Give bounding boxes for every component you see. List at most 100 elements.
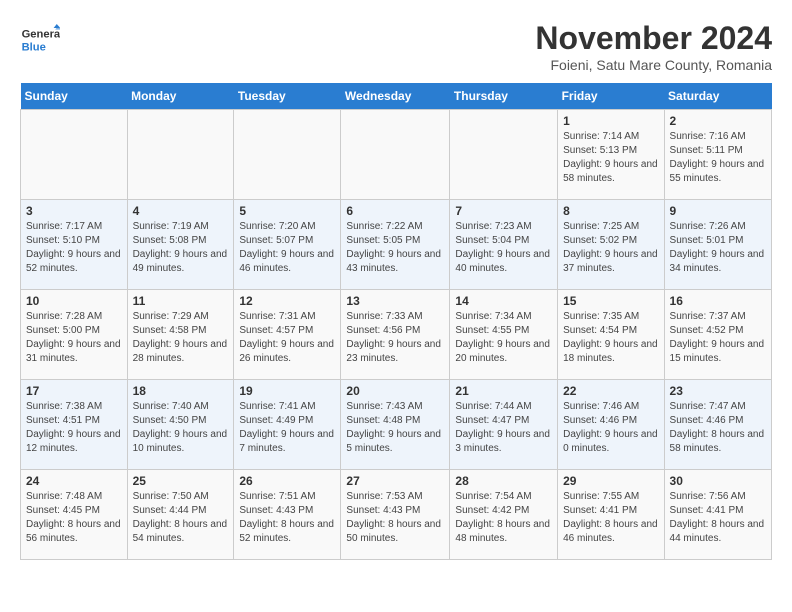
day-info: Sunrise: 7:19 AM Sunset: 5:08 PM Dayligh…: [133, 220, 229, 276]
day-number: 21: [455, 384, 552, 398]
day-info: Sunrise: 7:48 AM Sunset: 4:45 PM Dayligh…: [26, 490, 122, 546]
day-number: 30: [670, 474, 766, 488]
day-info: Sunrise: 7:34 AM Sunset: 4:55 PM Dayligh…: [455, 310, 552, 366]
week-row-3: 10Sunrise: 7:28 AM Sunset: 5:00 PM Dayli…: [21, 290, 772, 380]
week-row-5: 24 Sunrise: 7:48 AM Sunset: 4:45 PM Dayli…: [21, 470, 772, 560]
calendar-cell: 7 Sunrise: 7:23 AM Sunset: 5:04 PM Daylig…: [450, 200, 558, 290]
calendar-cell: 25 Sunrise: 7:50 AM Sunset: 4:44 PM Dayli…: [127, 470, 234, 560]
calendar-cell: 27Sunrise: 7:53 AM Sunset: 4:43 PM Dayli…: [341, 470, 450, 560]
calendar-cell: 4Sunrise: 7:19 AM Sunset: 5:08 PM Daylig…: [127, 200, 234, 290]
col-sunday: Sunday: [21, 83, 128, 110]
calendar-cell: [234, 110, 341, 200]
calendar-cell: 21Sunrise: 7:44 AM Sunset: 4:47 PM Dayli…: [450, 380, 558, 470]
calendar-cell: 8 Sunrise: 7:25 AM Sunset: 5:02 PM Daylig…: [558, 200, 664, 290]
svg-text:General: General: [22, 29, 60, 41]
calendar-cell: 19 Sunrise: 7:41 AM Sunset: 4:49 PM Dayli…: [234, 380, 341, 470]
calendar-table: Sunday Monday Tuesday Wednesday Thursday…: [20, 83, 772, 560]
day-info: Sunrise: 7:22 AM Sunset: 5:05 PM Dayligh…: [346, 220, 444, 276]
calendar-cell: 6 Sunrise: 7:22 AM Sunset: 5:05 PM Daylig…: [341, 200, 450, 290]
day-number: 29: [563, 474, 658, 488]
calendar-cell: 17 Sunrise: 7:38 AM Sunset: 4:51 PM Dayli…: [21, 380, 128, 470]
col-thursday: Thursday: [450, 83, 558, 110]
day-info: Sunrise: 7:14 AM Sunset: 5:13 PM Dayligh…: [563, 130, 658, 186]
day-number: 14: [455, 294, 552, 308]
day-info: Sunrise: 7:56 AM Sunset: 4:41 PM Dayligh…: [670, 490, 766, 546]
calendar-cell: 16 Sunrise: 7:37 AM Sunset: 4:52 PM Dayli…: [664, 290, 771, 380]
calendar-cell: 10Sunrise: 7:28 AM Sunset: 5:00 PM Dayli…: [21, 290, 128, 380]
day-number: 25: [133, 474, 229, 488]
calendar-cell: [341, 110, 450, 200]
calendar-cell: 22 Sunrise: 7:46 AM Sunset: 4:46 PM Dayli…: [558, 380, 664, 470]
calendar-header: Sunday Monday Tuesday Wednesday Thursday…: [21, 83, 772, 110]
day-info: Sunrise: 7:23 AM Sunset: 5:04 PM Dayligh…: [455, 220, 552, 276]
col-tuesday: Tuesday: [234, 83, 341, 110]
day-number: 16: [670, 294, 766, 308]
day-info: Sunrise: 7:17 AM Sunset: 5:10 PM Dayligh…: [26, 220, 122, 276]
day-info: Sunrise: 7:26 AM Sunset: 5:01 PM Dayligh…: [670, 220, 766, 276]
calendar-cell: 18Sunrise: 7:40 AM Sunset: 4:50 PM Dayli…: [127, 380, 234, 470]
day-number: 13: [346, 294, 444, 308]
day-number: 9: [670, 204, 766, 218]
day-number: 27: [346, 474, 444, 488]
day-info: Sunrise: 7:55 AM Sunset: 4:41 PM Dayligh…: [563, 490, 658, 546]
day-info: Sunrise: 7:46 AM Sunset: 4:46 PM Dayligh…: [563, 400, 658, 456]
day-info: Sunrise: 7:50 AM Sunset: 4:44 PM Dayligh…: [133, 490, 229, 546]
calendar-body: 1Sunrise: 7:14 AM Sunset: 5:13 PM Daylig…: [21, 110, 772, 560]
day-info: Sunrise: 7:47 AM Sunset: 4:46 PM Dayligh…: [670, 400, 766, 456]
day-number: 5: [239, 204, 335, 218]
calendar-cell: 5 Sunrise: 7:20 AM Sunset: 5:07 PM Daylig…: [234, 200, 341, 290]
day-number: 2: [670, 114, 766, 128]
day-number: 20: [346, 384, 444, 398]
day-number: 26: [239, 474, 335, 488]
day-number: 7: [455, 204, 552, 218]
calendar-cell: 1Sunrise: 7:14 AM Sunset: 5:13 PM Daylig…: [558, 110, 664, 200]
day-number: 19: [239, 384, 335, 398]
calendar-cell: 9 Sunrise: 7:26 AM Sunset: 5:01 PM Daylig…: [664, 200, 771, 290]
calendar-cell: 23 Sunrise: 7:47 AM Sunset: 4:46 PM Dayli…: [664, 380, 771, 470]
location-title: Foieni, Satu Mare County, Romania: [535, 57, 772, 73]
day-number: 24: [26, 474, 122, 488]
calendar-cell: 24 Sunrise: 7:48 AM Sunset: 4:45 PM Dayli…: [21, 470, 128, 560]
calendar-cell: 30 Sunrise: 7:56 AM Sunset: 4:41 PM Dayli…: [664, 470, 771, 560]
day-info: Sunrise: 7:31 AM Sunset: 4:57 PM Dayligh…: [239, 310, 335, 366]
svg-text:Blue: Blue: [22, 41, 46, 53]
week-row-4: 17 Sunrise: 7:38 AM Sunset: 4:51 PM Dayli…: [21, 380, 772, 470]
day-info: Sunrise: 7:37 AM Sunset: 4:52 PM Dayligh…: [670, 310, 766, 366]
day-info: Sunrise: 7:40 AM Sunset: 4:50 PM Dayligh…: [133, 400, 229, 456]
day-number: 23: [670, 384, 766, 398]
day-info: Sunrise: 7:16 AM Sunset: 5:11 PM Dayligh…: [670, 130, 766, 186]
day-info: Sunrise: 7:20 AM Sunset: 5:07 PM Dayligh…: [239, 220, 335, 276]
calendar-cell: 3Sunrise: 7:17 AM Sunset: 5:10 PM Daylig…: [21, 200, 128, 290]
calendar-cell: 29 Sunrise: 7:55 AM Sunset: 4:41 PM Dayli…: [558, 470, 664, 560]
calendar-cell: [450, 110, 558, 200]
calendar-cell: 12 Sunrise: 7:31 AM Sunset: 4:57 PM Dayli…: [234, 290, 341, 380]
logo: General Blue: [20, 20, 60, 60]
calendar-cell: 2 Sunrise: 7:16 AM Sunset: 5:11 PM Daylig…: [664, 110, 771, 200]
calendar-cell: 20 Sunrise: 7:43 AM Sunset: 4:48 PM Dayli…: [341, 380, 450, 470]
day-number: 12: [239, 294, 335, 308]
day-info: Sunrise: 7:54 AM Sunset: 4:42 PM Dayligh…: [455, 490, 552, 546]
calendar-cell: 28Sunrise: 7:54 AM Sunset: 4:42 PM Dayli…: [450, 470, 558, 560]
calendar-cell: 14 Sunrise: 7:34 AM Sunset: 4:55 PM Dayli…: [450, 290, 558, 380]
header: General Blue November 2024 Foieni, Satu …: [20, 20, 772, 73]
calendar-cell: 11 Sunrise: 7:29 AM Sunset: 4:58 PM Dayli…: [127, 290, 234, 380]
day-info: Sunrise: 7:51 AM Sunset: 4:43 PM Dayligh…: [239, 490, 335, 546]
day-info: Sunrise: 7:35 AM Sunset: 4:54 PM Dayligh…: [563, 310, 658, 366]
day-number: 17: [26, 384, 122, 398]
calendar-cell: [127, 110, 234, 200]
day-number: 22: [563, 384, 658, 398]
day-number: 11: [133, 294, 229, 308]
day-info: Sunrise: 7:41 AM Sunset: 4:49 PM Dayligh…: [239, 400, 335, 456]
day-info: Sunrise: 7:38 AM Sunset: 4:51 PM Dayligh…: [26, 400, 122, 456]
day-number: 8: [563, 204, 658, 218]
day-number: 6: [346, 204, 444, 218]
col-wednesday: Wednesday: [341, 83, 450, 110]
col-saturday: Saturday: [664, 83, 771, 110]
day-info: Sunrise: 7:29 AM Sunset: 4:58 PM Dayligh…: [133, 310, 229, 366]
day-number: 15: [563, 294, 658, 308]
week-row-2: 3Sunrise: 7:17 AM Sunset: 5:10 PM Daylig…: [21, 200, 772, 290]
calendar-cell: [21, 110, 128, 200]
day-info: Sunrise: 7:43 AM Sunset: 4:48 PM Dayligh…: [346, 400, 444, 456]
day-info: Sunrise: 7:25 AM Sunset: 5:02 PM Dayligh…: [563, 220, 658, 276]
col-monday: Monday: [127, 83, 234, 110]
